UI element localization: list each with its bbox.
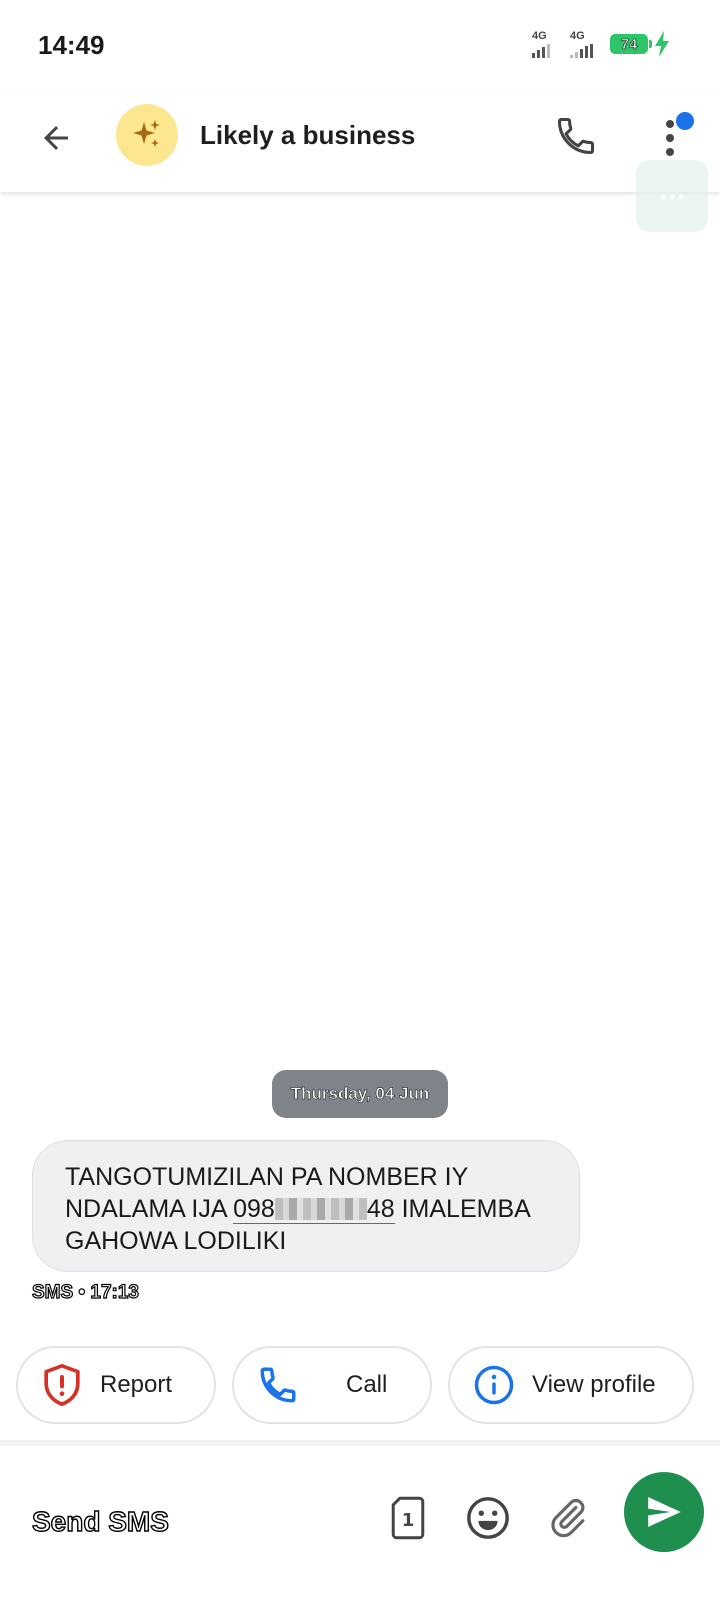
send-button[interactable] — [624, 1472, 704, 1552]
app-bar: Likely a business — [0, 92, 720, 192]
notification-dot — [676, 112, 694, 130]
message-composer: Send SMS 1 — [0, 1446, 720, 1600]
date-separator: Thursday, 04 Jun — [272, 1070, 448, 1118]
signal-sim1-icon: 4G — [530, 30, 562, 58]
avatar[interactable] — [116, 104, 178, 166]
sim-card-icon: 1 — [391, 1496, 425, 1540]
signal-sim2-icon: 4G — [568, 30, 600, 58]
charging-icon — [655, 31, 669, 57]
message-meta: SMS • 17:13 — [31, 1281, 139, 1303]
phone-number-link[interactable]: 098 48 — [233, 1195, 395, 1224]
suggested-actions: Report Call View profile — [16, 1346, 706, 1426]
view-profile-label: View profile — [532, 1371, 656, 1398]
phone-icon — [557, 117, 595, 155]
redacted-digits — [274, 1198, 367, 1220]
conversation-title: Likely a business — [200, 120, 416, 150]
call-button[interactable] — [550, 110, 602, 162]
sim-number: 1 — [402, 1510, 415, 1531]
arrow-back-icon — [44, 126, 68, 150]
phone-icon — [260, 1367, 296, 1403]
paperclip-icon — [551, 1498, 585, 1538]
send-icon — [648, 1497, 681, 1527]
status-icons: 4G 4G 74 — [530, 30, 670, 58]
report-label: Report — [100, 1371, 173, 1398]
message-input[interactable]: Send SMS — [31, 1505, 169, 1538]
more-options-button[interactable] — [650, 110, 694, 166]
message-bubble[interactable]: TANGOTUMIZILAN PA NOMBER IY NDALAMA IJA … — [32, 1140, 580, 1272]
info-icon — [474, 1365, 514, 1405]
sim-select-button[interactable]: 1 — [380, 1490, 436, 1546]
report-button[interactable]: Report — [16, 1346, 216, 1424]
attach-button[interactable] — [540, 1490, 596, 1546]
emoji-icon — [467, 1497, 509, 1539]
battery-icon: 74 — [610, 34, 652, 54]
status-bar: 14:49 4G 4G 74 — [0, 0, 720, 92]
typing-indicator — [636, 160, 708, 232]
sparkle-icon — [133, 120, 160, 147]
shield-alert-icon — [44, 1364, 80, 1406]
back-button[interactable] — [30, 112, 82, 164]
call-action-button[interactable]: Call — [232, 1346, 432, 1424]
call-label: Call — [346, 1371, 388, 1398]
battery-level: 74 — [620, 35, 638, 53]
status-time: 14:49 — [38, 30, 105, 60]
view-profile-button[interactable]: View profile — [448, 1346, 694, 1424]
emoji-button[interactable] — [460, 1490, 516, 1546]
